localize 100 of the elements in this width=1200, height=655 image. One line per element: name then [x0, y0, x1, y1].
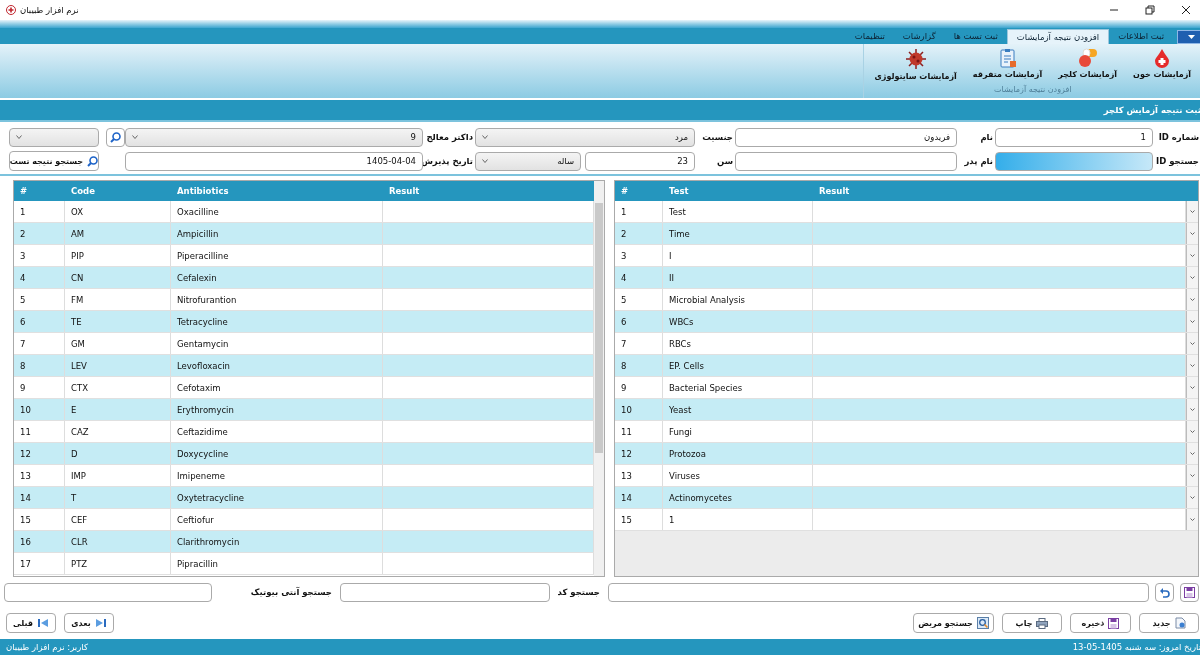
action-button[interactable]: چاپ	[1002, 613, 1062, 633]
table-cell: 2	[14, 223, 65, 244]
dropdown-button[interactable]	[1186, 487, 1198, 508]
input-field[interactable]: فریدون	[735, 127, 957, 147]
table-cell: RBCs	[663, 333, 813, 354]
save-button[interactable]	[1180, 582, 1199, 602]
chevron-icon	[1190, 452, 1195, 455]
table-cell: PTZ	[65, 553, 171, 574]
table-cell: 7	[615, 333, 663, 354]
section-title: ثبت نتیجه آزمایش کلچر	[0, 100, 1200, 120]
menu-dropdown[interactable]	[1177, 30, 1200, 44]
input-field[interactable]: 1	[995, 127, 1153, 147]
table-cell: CEF	[65, 509, 171, 530]
table-cell: 5	[14, 289, 65, 310]
ribbon-tab[interactable]: گزارشات	[893, 29, 945, 44]
id-search-field[interactable]	[995, 151, 1153, 171]
table-cell: Microbial Analysis	[663, 289, 813, 310]
action-button[interactable]: جستجو مریض	[913, 613, 994, 633]
dropdown-button[interactable]	[1186, 509, 1198, 530]
dropdown-button[interactable]	[1186, 289, 1198, 310]
table-cell: Pipracillin	[171, 553, 383, 574]
table-cell: 15	[615, 509, 663, 530]
ribbon-tab[interactable]: ثبت تست ها	[944, 29, 1007, 44]
table-cell: Test	[663, 201, 813, 222]
table-cell: Doxycycline	[171, 443, 383, 464]
table-cell: 8	[615, 355, 663, 376]
dropdown-button[interactable]	[1186, 421, 1198, 442]
table-cell: 11	[14, 421, 65, 442]
ribbon-tab[interactable]: ثبت اطلاعات	[1109, 29, 1173, 44]
ribbon-button[interactable]: آزمایشات متفرقه	[966, 44, 1049, 81]
dropdown-field[interactable]	[9, 127, 99, 147]
chevron-icon	[1190, 496, 1195, 499]
table-cell: 3	[615, 245, 663, 266]
nav-button[interactable]: قبلی	[6, 613, 56, 633]
input-field[interactable]	[608, 582, 1149, 602]
chevron-icon	[1190, 342, 1195, 345]
ribbon-button[interactable]: آزمایشات خون	[1127, 44, 1197, 81]
table-cell: 12	[14, 443, 65, 464]
chevron-icon	[1190, 386, 1195, 389]
virus-icon	[904, 48, 927, 70]
table-cell: Protozoa	[663, 443, 813, 464]
search-button[interactable]	[106, 127, 125, 147]
scrollbar[interactable]	[594, 181, 604, 576]
field-label: شماره ID	[1157, 132, 1200, 142]
ribbon-button[interactable]: آزمایشات کلچر	[1052, 44, 1124, 81]
dropdown-button[interactable]	[1186, 443, 1198, 464]
table-cell: T	[65, 487, 171, 508]
skip-forward-icon	[94, 618, 107, 628]
search-results-button[interactable]: جستجو نتیجه تست	[9, 151, 99, 171]
chevron-icon	[1190, 430, 1195, 433]
code-search-field[interactable]	[340, 582, 550, 602]
chevron-icon	[1190, 474, 1195, 477]
table-cell: 5	[615, 289, 663, 310]
dropdown-button[interactable]	[1186, 311, 1198, 332]
chevron-icon	[482, 159, 488, 163]
nav-button[interactable]: بعدی	[64, 613, 114, 633]
antibiotic-search-field[interactable]	[4, 582, 212, 602]
dropdown-field[interactable]: مرد	[475, 127, 695, 147]
table-cell: Nitrofurantion	[171, 289, 383, 310]
table-cell: I	[663, 245, 813, 266]
dropdown-button[interactable]	[1186, 201, 1198, 222]
dropdown-button[interactable]	[1186, 465, 1198, 486]
ribbon-tab[interactable]: تنظیمات	[845, 29, 894, 44]
undo-button[interactable]	[1155, 582, 1174, 602]
table-cell: Erythromycin	[171, 399, 383, 420]
chevron-icon	[1190, 254, 1195, 257]
field-label: سن	[716, 156, 734, 166]
close-icon	[1181, 5, 1191, 15]
dropdown-button[interactable]	[1186, 355, 1198, 376]
dropdown-button[interactable]	[1186, 245, 1198, 266]
search-icon	[87, 155, 99, 167]
field-label: نام پدر	[963, 156, 994, 166]
ribbon-button[interactable]: آزمایشات سایتولوژی	[868, 44, 963, 81]
table-cell: Fungi	[663, 421, 813, 442]
input-field[interactable]: 23	[585, 151, 695, 171]
table-cell: CAZ	[65, 421, 171, 442]
ribbon-tab[interactable]: افزودن نتیجه آزمایشات	[1006, 29, 1110, 44]
clipboard-icon	[997, 48, 1018, 68]
dropdown-button[interactable]	[1186, 377, 1198, 398]
table-cell: Yeast	[663, 399, 813, 420]
table-cell: 3	[14, 245, 65, 266]
table-cell: 4	[615, 267, 663, 288]
table-cell: Cefotaxim	[171, 377, 383, 398]
dropdown-button[interactable]	[1186, 399, 1198, 420]
table-cell: 4	[14, 267, 65, 288]
input-field[interactable]: 1405-04-04	[125, 151, 423, 171]
dropdown-field[interactable]: 9	[125, 127, 423, 147]
table-cell: Bacterial Species	[663, 377, 813, 398]
action-button[interactable]: جدید	[1139, 613, 1199, 633]
dropdown-button[interactable]	[1186, 267, 1198, 288]
dropdown-button[interactable]	[1186, 333, 1198, 354]
action-button[interactable]: ذخیره	[1070, 613, 1131, 633]
table-cell: LEV	[65, 355, 171, 376]
column-header: Result	[818, 185, 851, 198]
dropdown-button[interactable]	[1186, 223, 1198, 244]
input-field[interactable]	[735, 151, 957, 171]
column-header: Test	[668, 185, 690, 198]
dropdown-field[interactable]: ساله	[475, 151, 581, 171]
table-cell: FM	[65, 289, 171, 310]
table-cell: E	[65, 399, 171, 420]
